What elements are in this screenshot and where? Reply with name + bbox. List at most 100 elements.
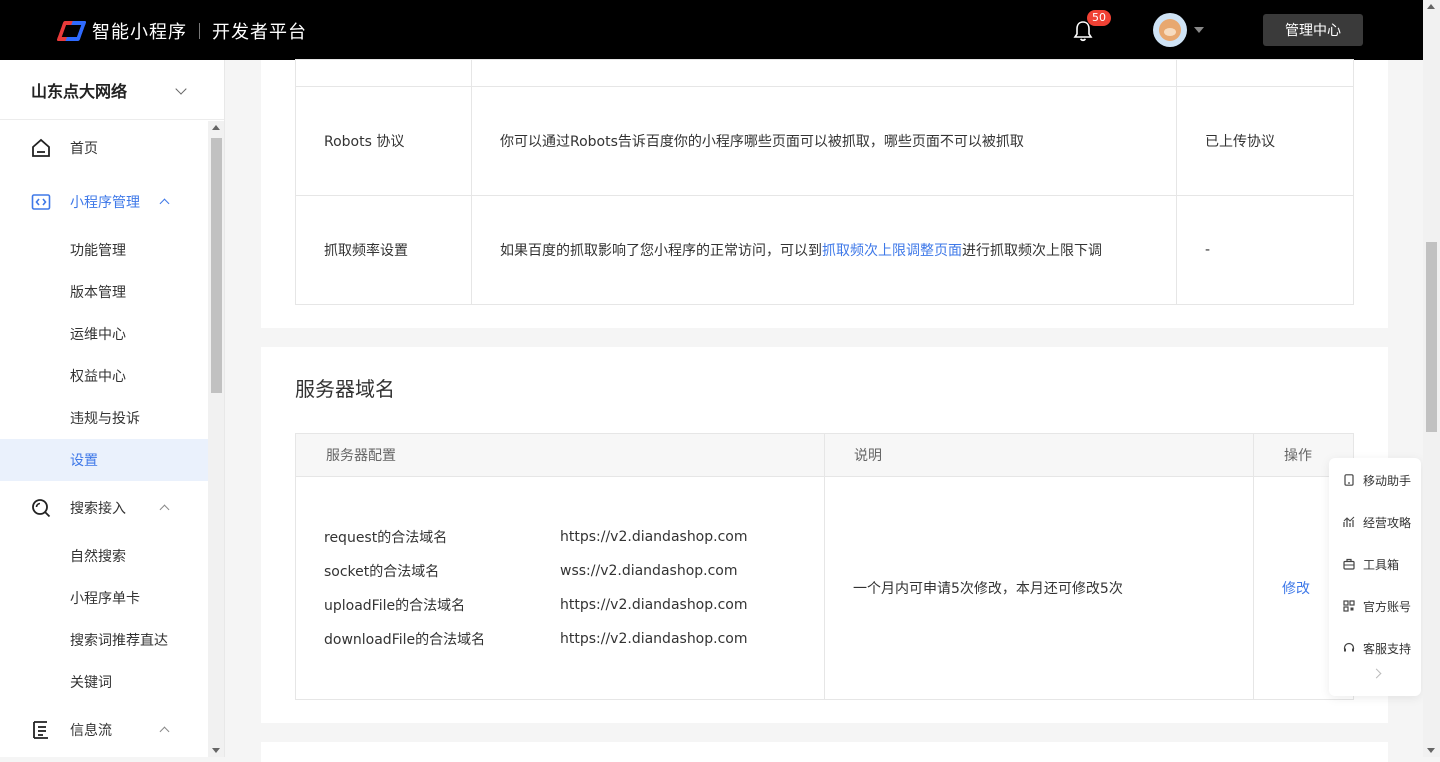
headset-icon [1343,642,1355,652]
domain-note: 一个月内可申请5次修改，本月还可修改5次 [824,476,1254,700]
domain-row: request的合法域名 https://v2.diandashop.com [324,520,824,554]
float-item-label: 移动助手 [1363,473,1412,488]
domain-row: downloadFile的合法域名 https://v2.diandashop.c… [324,622,824,656]
qrcode-icon [1343,600,1355,612]
domain-row: socket的合法域名 wss://v2.diandashop.com [324,554,824,588]
chevron-up-icon [159,726,170,737]
sidebar-item-single-card[interactable]: 小程序单卡 [0,577,208,619]
domain-key: uploadFile的合法域名 [324,598,466,614]
domain-list: request的合法域名 https://v2.diandashop.com so… [295,476,825,700]
scrollbar-thumb[interactable] [1426,242,1437,432]
code-icon [31,194,51,210]
chevron-right-icon[interactable] [1371,668,1382,679]
sidebar-item-label: 关键词 [70,675,112,691]
chevron-up-icon [159,198,170,209]
sidebar-item-label: 版本管理 [70,285,126,301]
table-row: Robots 协议 你可以通过Robots告诉百度你的小程序哪些页面可以被抓取，… [295,86,1354,196]
float-item-customer-support[interactable]: 客服支持 [1343,638,1421,658]
float-item-mobile-assistant[interactable]: 移动助手 [1343,470,1421,490]
scroll-down-arrow-icon[interactable] [1427,748,1435,753]
chevron-up-icon [159,504,170,515]
sidebar-item-label: 小程序管理 [70,195,140,211]
mobile-icon [1344,474,1354,486]
sidebar-item-search-access[interactable]: 搜索接入 [0,487,208,529]
float-item-toolbox[interactable]: 工具箱 [1343,554,1421,574]
crawl-settings-card: Robots 协议 你可以通过Robots告诉百度你的小程序哪些页面可以被抓取，… [261,59,1388,328]
sidebar-scrollbar[interactable] [208,121,224,757]
row-description: 如果百度的抓取影响了您小程序的正常访问，可以到抓取频次上限调整页面进行抓取频次上… [471,195,1177,305]
row-status: - [1176,195,1354,305]
sidebar-item-home[interactable]: 首页 [0,127,208,169]
org-switcher[interactable]: 山东点大网络 [0,60,224,120]
crawl-settings-table: Robots 协议 你可以通过Robots告诉百度你的小程序哪些页面可以被抓取，… [295,59,1354,305]
home-icon [32,138,50,157]
toolbox-icon [1343,558,1355,570]
modify-link[interactable]: 修改 [1282,581,1310,597]
list-icon [33,721,48,739]
domain-key: downloadFile的合法域名 [324,632,486,648]
table-row: 抓取频率设置 如果百度的抓取影响了您小程序的正常访问，可以到抓取频次上限调整页面… [295,195,1354,305]
sidebar-item-features[interactable]: 功能管理 [0,229,208,271]
next-card [261,742,1388,762]
sidebar: 山东点大网络 首页 小程序管理 功能管理 版本管理 运维中心 权益中心 违规与投… [0,60,225,757]
scroll-up-arrow-icon[interactable] [1427,4,1435,9]
float-item-label: 官方账号 [1363,599,1412,614]
sidebar-item-label: 首页 [70,141,98,157]
admin-center-button[interactable]: 管理中心 [1263,14,1363,46]
domain-value: wss://v2.diandashop.com [560,563,738,579]
sidebar-item-label: 自然搜索 [70,549,126,565]
float-item-business-guide[interactable]: 经营攻略 [1343,512,1421,532]
top-bar: 智能小程序 开发者平台 50 管理中心 [0,0,1423,60]
float-item-official-account[interactable]: 官方账号 [1343,596,1421,616]
sidebar-item-keyword-direct[interactable]: 搜索词推荐直达 [0,619,208,661]
logo-icon [56,19,87,43]
sidebar-item-label: 信息流 [70,723,112,739]
desc-prefix: 如果百度的抓取影响了您小程序的正常访问，可以到 [500,243,822,259]
sidebar-item-benefits[interactable]: 权益中心 [0,355,208,397]
column-header-desc: 说明 [824,433,1254,477]
scroll-down-arrow-icon[interactable] [212,748,220,753]
section-title: 服务器域名 [295,377,395,401]
logo-divider [199,23,200,39]
column-header-config: 服务器配置 [295,433,825,477]
sidebar-item-label: 设置 [70,453,98,469]
sidebar-item-versions[interactable]: 版本管理 [0,271,208,313]
chevron-down-icon[interactable] [1194,27,1204,33]
sidebar-item-label: 小程序单卡 [70,591,140,607]
avatar[interactable] [1153,13,1187,47]
sidebar-item-feed[interactable]: 信息流 [0,709,208,751]
sidebar-item-label: 权益中心 [70,369,126,385]
chart-icon [1343,516,1355,527]
crawl-frequency-link[interactable]: 抓取频次上限调整页面 [822,243,962,259]
search-icon [32,499,51,518]
row-name: Robots 协议 [295,86,472,196]
platform-name: 开发者平台 [212,22,307,43]
sidebar-item-label: 功能管理 [70,243,126,259]
domain-value: https://v2.diandashop.com [560,529,748,545]
sidebar-item-keywords[interactable]: 关键词 [0,661,208,703]
server-domain-table: 服务器配置 说明 操作 request的合法域名 https://v2.diand… [295,433,1354,700]
row-description: 你可以通过Robots告诉百度你的小程序哪些页面可以被抓取，哪些页面不可以被抓取 [471,86,1177,196]
sidebar-item-natural-search[interactable]: 自然搜索 [0,535,208,577]
sidebar-item-label: 违规与投诉 [70,411,140,427]
table-row [295,59,1354,87]
sidebar-item-ops[interactable]: 运维中心 [0,313,208,355]
brand-logo[interactable]: 智能小程序 开发者平台 [56,18,307,44]
sidebar-item-label: 搜索接入 [70,501,126,517]
row-name: 抓取频率设置 [295,195,472,305]
sidebar-item-label: 搜索词推荐直达 [70,633,168,649]
sidebar-item-miniprogram-manage[interactable]: 小程序管理 [0,181,208,223]
domain-key: socket的合法域名 [324,564,440,580]
float-item-label: 经营攻略 [1363,515,1412,530]
scrollbar-thumb[interactable] [211,138,222,393]
sidebar-item-settings[interactable]: 设置 [0,439,208,481]
scroll-up-arrow-icon[interactable] [212,125,220,130]
server-domain-card: 服务器域名 服务器配置 说明 操作 request的合法域名 https://v2… [261,347,1388,723]
floating-helper-panel: 移动助手 经营攻略 工具箱 官方账号 客服支持 [1329,458,1421,696]
table-header-row: 服务器配置 说明 操作 [295,433,1354,477]
page-scrollbar[interactable] [1423,0,1440,757]
sidebar-item-violations[interactable]: 违规与投诉 [0,397,208,439]
app-name: 智能小程序 [92,22,187,43]
org-name: 山东点大网络 [31,81,128,101]
row-status: 已上传协议 [1176,86,1354,196]
